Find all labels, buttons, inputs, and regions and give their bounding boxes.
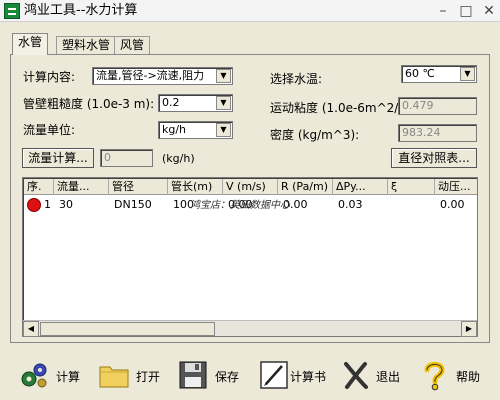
bottom-toolbar: 计算 打开 保存 计算书 退出 帮助 xyxy=(0,350,500,400)
open-label: 打开 xyxy=(136,370,161,384)
report-label: 计算书 xyxy=(290,370,327,384)
flow-value-unit: (kg/h) xyxy=(162,152,195,165)
watermark: 鸿宝店：英田数据中心 xyxy=(190,200,290,211)
viscosity-label: 运动粘度 (1.0e-6m^2/s): xyxy=(270,101,414,115)
exit-button[interactable]: 退出 xyxy=(340,355,410,395)
roughness-value: 0.2 xyxy=(162,96,180,109)
column-header[interactable]: V (m/s) xyxy=(223,179,278,195)
folder-icon xyxy=(99,366,129,388)
save-button[interactable]: 保存 xyxy=(177,355,247,395)
cell-dynamic: 0.00 xyxy=(440,198,465,211)
chevron-down-icon: ▼ xyxy=(216,69,231,83)
flow-calc-button[interactable]: 流量计算... xyxy=(22,148,94,168)
chevron-down-icon: ▼ xyxy=(216,123,231,137)
column-header[interactable]: ΔPy... xyxy=(333,179,388,195)
close-button[interactable]: ✕ xyxy=(478,2,500,20)
scroll-right-icon[interactable]: ▶ xyxy=(461,321,477,337)
help-button[interactable]: 帮助 xyxy=(418,355,488,395)
app-window: 鸿业工具--水力计算 – □ ✕ 水管 塑料水管 风管 计算内容: 流量,管径-… xyxy=(0,0,500,400)
chevron-down-icon: ▼ xyxy=(460,67,475,81)
water-temp-select[interactable]: 60 ℃ ▼ xyxy=(401,65,477,83)
flow-unit-value: kg/h xyxy=(162,123,187,136)
scroll-thumb[interactable] xyxy=(40,322,215,336)
tab-air-duct[interactable]: 风管 xyxy=(114,36,151,54)
cell-index: 1 xyxy=(44,198,51,211)
help-question-icon xyxy=(424,361,445,391)
minimize-button[interactable]: – xyxy=(432,2,454,20)
water-temp-value: 60 ℃ xyxy=(405,67,435,80)
horizontal-scrollbar[interactable]: ◀ ▶ xyxy=(23,320,477,337)
column-header[interactable]: 动压... xyxy=(435,179,477,195)
viscosity-field[interactable]: 0.479 xyxy=(398,97,477,115)
calculate-label: 计算 xyxy=(56,370,81,384)
open-button[interactable]: 打开 xyxy=(98,355,168,395)
density-field[interactable]: 983.24 xyxy=(398,124,477,142)
roughness-select[interactable]: 0.2 ▼ xyxy=(158,94,233,112)
cell-dpy: 0.03 xyxy=(338,198,363,211)
gears-icon xyxy=(21,363,47,388)
cell-xi xyxy=(390,197,393,213)
scroll-left-icon[interactable]: ◀ xyxy=(23,321,39,337)
flow-unit-select[interactable]: kg/h ▼ xyxy=(158,121,233,139)
help-label: 帮助 xyxy=(456,370,481,384)
column-header[interactable]: 管长(m) xyxy=(168,179,223,195)
title-bar: 鸿业工具--水力计算 – □ ✕ xyxy=(0,0,500,22)
flow-unit-label: 流量单位: xyxy=(23,123,76,137)
window-title: 鸿业工具--水力计算 xyxy=(24,3,138,18)
column-header[interactable]: R (Pa/m) xyxy=(278,179,333,195)
report-pen-icon xyxy=(260,361,288,389)
column-header[interactable]: 流量... xyxy=(54,179,109,195)
flow-value-field[interactable]: 0 xyxy=(100,149,153,167)
save-label: 保存 xyxy=(215,370,240,384)
calculate-button[interactable]: 计算 xyxy=(18,355,88,395)
floppy-disk-icon xyxy=(179,361,207,389)
exit-x-icon xyxy=(344,362,368,389)
roughness-label: 管壁粗糙度 (1.0e-3 m): xyxy=(23,97,155,111)
cell-diameter: DN150 xyxy=(114,198,152,211)
calc-content-value: 流量,管径->流速,阻力 xyxy=(96,69,205,82)
exit-label: 退出 xyxy=(376,370,401,384)
app-icon xyxy=(4,3,20,19)
calc-content-label: 计算内容: xyxy=(23,70,76,84)
density-label: 密度 (kg/m^3): xyxy=(270,128,360,142)
maximize-button[interactable]: □ xyxy=(455,2,477,20)
diameter-table-button[interactable]: 直径对照表... xyxy=(391,148,477,168)
table-header: 序. 流量... 管径 管长(m) V (m/s) R (Pa/m) ΔPy..… xyxy=(24,179,477,195)
column-header[interactable]: 序. xyxy=(24,179,54,195)
column-header[interactable]: ξ xyxy=(388,179,435,195)
tab-water-pipe[interactable]: 水管 xyxy=(12,33,49,55)
cell-flow: 30 xyxy=(59,198,73,211)
water-temp-label: 选择水温: xyxy=(270,72,323,86)
calc-content-select[interactable]: 流量,管径->流速,阻力 ▼ xyxy=(92,67,233,85)
stop-icon xyxy=(27,198,41,212)
tab-plastic-pipe[interactable]: 塑料水管 xyxy=(56,36,117,54)
report-button[interactable]: 计算书 xyxy=(258,355,338,395)
chevron-down-icon: ▼ xyxy=(216,96,231,110)
column-header[interactable]: 管径 xyxy=(109,179,168,195)
